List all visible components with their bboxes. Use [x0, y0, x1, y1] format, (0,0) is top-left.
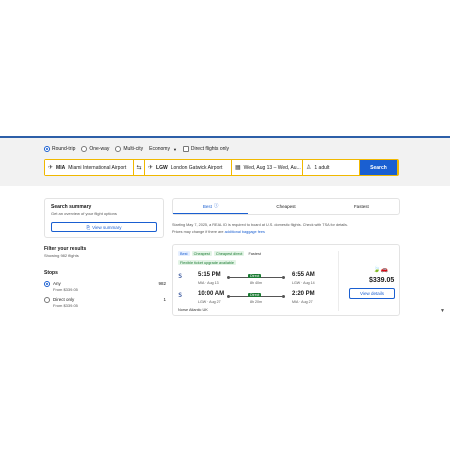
direct-flights-label: Direct flights only: [190, 146, 229, 152]
summary-title: Search summary: [51, 204, 92, 210]
arrival-time: 2:20 PM: [292, 291, 315, 297]
results-count: Showing 982 flights: [44, 253, 79, 258]
info-icon: ⓘ: [213, 203, 219, 208]
radio-selected-icon: [44, 281, 50, 287]
filters-panel: Filter your results Showing 982 flights …: [44, 246, 166, 308]
badge-cheapest-direct: Cheapest direct: [213, 251, 245, 256]
view-details-button[interactable]: View details: [349, 288, 395, 299]
airline-logo-icon: ᔆ: [178, 273, 183, 284]
departure-time: 5:15 PM: [198, 272, 221, 278]
stop-count: 1: [163, 297, 166, 302]
stop-price: From $339.05: [53, 287, 78, 292]
tab-fastest[interactable]: Fastest: [324, 199, 399, 214]
trip-type-multi-city[interactable]: Multi-city: [115, 146, 143, 152]
search-fields: ✈ MIA Miami International Airport ⇆ ✈ LG…: [44, 159, 399, 176]
tab-best[interactable]: Best ⓘ: [173, 199, 249, 214]
stop-count: 982: [158, 281, 166, 286]
radio-icon: [115, 146, 122, 152]
radio-icon: [81, 146, 88, 152]
trip-type-label: Round-trip: [52, 146, 76, 152]
stop-label: Any: [53, 281, 61, 286]
chevron-down-icon: ▼: [172, 146, 177, 152]
view-summary-label: View summary: [92, 224, 122, 230]
card-divider: [338, 251, 339, 311]
travellers-value: 1 adult: [314, 164, 330, 171]
scroll-down-icon[interactable]: ▼: [440, 308, 445, 314]
badge-fastest: Fastest: [248, 251, 261, 256]
arrival-airport: MIA · Aug 27: [292, 300, 313, 304]
departure-time: 10:00 AM: [198, 291, 225, 297]
eco-leaf-icon: 🍃🚗: [373, 267, 388, 273]
stop-option-any[interactable]: Any From $339.05 982: [44, 281, 166, 292]
stops-title: Stops: [44, 270, 58, 276]
radio-selected-icon: [44, 146, 50, 152]
origin-field[interactable]: ✈ MIA Miami International Airport: [45, 160, 133, 175]
tab-label: Fastest: [353, 204, 369, 209]
flexible-ticket-badge: Flexible ticket upgrade available: [178, 260, 237, 265]
tab-label: Best: [202, 203, 212, 209]
result-badges: Best Cheapest Cheapest direct Fastest: [178, 251, 263, 256]
arrival-time: 6:55 AM: [292, 272, 315, 278]
destination-code: LGW: [156, 164, 168, 171]
departure-airport: MIA · Aug 13: [198, 281, 219, 285]
departure-airport: LGW · Aug 27: [198, 300, 221, 304]
trip-type-label: Multi-city: [123, 146, 144, 152]
stop-price: From $339.05: [53, 303, 78, 308]
swap-arrows-icon: ⇆: [136, 165, 142, 171]
trip-type-round-trip[interactable]: Round-trip: [44, 146, 75, 152]
airline-logo-icon: ᔆ: [178, 292, 183, 303]
trip-options-bar: Round-trip One-way Multi-city Economy ▼ D…: [44, 144, 229, 154]
stop-label: Direct only: [53, 297, 75, 302]
stop-option-direct[interactable]: Direct only From $339.05 1: [44, 297, 166, 308]
plane-landing-icon: ✈: [148, 165, 154, 171]
stops-badge: Direct: [248, 293, 262, 297]
return-leg: ᔆ 10:00 AM LGW · Aug 27 Direct 8h 20m 2:…: [178, 290, 318, 308]
search-panel: Round-trip One-way Multi-city Economy ▼ D…: [0, 136, 450, 186]
cabin-class-value: Economy: [149, 146, 170, 152]
search-button[interactable]: Search: [360, 160, 397, 175]
cabin-class-select[interactable]: Economy ▼: [149, 146, 177, 152]
summary-subtitle: Get an overview of your flight options: [51, 211, 117, 216]
fees-notice: Prices may change if there are: [172, 230, 224, 234]
carrier-name: Norse Atlantic UK: [178, 308, 208, 312]
flight-duration: 8h 40m: [250, 281, 262, 285]
travellers-field[interactable]: ♙ 1 adult: [303, 160, 359, 175]
flight-result-card[interactable]: Best Cheapest Cheapest direct Fastest Fl…: [172, 244, 400, 316]
tab-label: Cheapest: [276, 204, 296, 209]
origin-name: Miami International Airport: [68, 164, 127, 171]
baggage-fees-link[interactable]: additional baggage fees: [225, 230, 265, 234]
origin-code: MIA: [56, 164, 66, 171]
trip-type-label: One-way: [89, 146, 110, 152]
calendar-icon: ▦: [235, 165, 241, 171]
sort-tabs: Best ⓘ Cheapest Fastest: [172, 198, 400, 215]
flight-duration: 8h 20m: [250, 300, 262, 304]
person-icon: ♙: [306, 165, 312, 171]
flight-search-page: Round-trip One-way Multi-city Economy ▼ D…: [0, 0, 450, 450]
view-summary-button[interactable]: ⎘ View summary: [51, 222, 157, 232]
stops-badge: Direct: [248, 274, 262, 278]
flight-price: $339.05: [369, 277, 395, 284]
trip-type-one-way[interactable]: One-way: [81, 146, 109, 152]
outbound-leg: ᔆ 5:15 PM MIA · Aug 13 Direct 8h 40m 6:5…: [178, 271, 318, 289]
badge-cheapest: Cheapest: [191, 251, 212, 256]
date-field[interactable]: ▦ Wed, Aug 13 – Wed, Au...: [232, 160, 302, 175]
travel-notice: Starting May 7, 2025, a REAL ID is requi…: [172, 222, 402, 236]
radio-icon: [44, 297, 50, 303]
date-value: Wed, Aug 13 – Wed, Au...: [243, 164, 301, 171]
link-icon: ⎘: [86, 224, 91, 230]
swap-button[interactable]: ⇆: [134, 160, 144, 175]
direct-flights-checkbox[interactable]: Direct flights only: [182, 146, 229, 152]
badge-best: Best: [178, 251, 190, 256]
plane-takeoff-icon: ✈: [48, 165, 54, 171]
real-id-notice: Starting May 7, 2025, a REAL ID is requi…: [172, 223, 349, 227]
tab-cheapest[interactable]: Cheapest: [248, 199, 323, 214]
search-summary-card: Search summary Get an overview of your f…: [44, 198, 164, 238]
filters-title: Filter your results: [44, 246, 87, 252]
destination-field[interactable]: ✈ LGW London Gatwick Airport: [145, 160, 231, 175]
arrival-airport: LGW · Aug 14: [292, 281, 315, 285]
checkbox-icon: [182, 146, 189, 152]
destination-name: London Gatwick Airport: [170, 164, 223, 171]
